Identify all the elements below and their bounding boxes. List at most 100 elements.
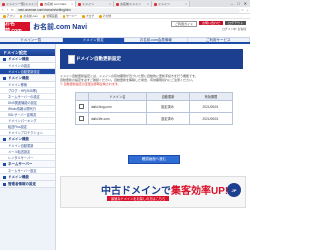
sidebar-group[interactable]: ネームサーバー	[0, 161, 55, 168]
checkbox-cell	[75, 112, 89, 125]
bookmark-label: アプリ	[6, 14, 15, 18]
close-tab-icon[interactable]: ×	[184, 2, 187, 6]
ad-headline: 中古ドメインで集客効率UP!	[101, 182, 228, 197]
description: ドメイン自動更新設定とは、ドメインの有効期限が近づいた際に自動的に更新手続きを行…	[60, 74, 243, 87]
tab-label: お名前ドメイン	[120, 2, 142, 6]
close-tab-icon[interactable]: ×	[108, 2, 111, 6]
confirm-button[interactable]: 確認画面へ進む	[128, 155, 180, 164]
domain-cell: daiki-life.com	[88, 112, 147, 125]
sidebar-header: ドメイン設定	[0, 49, 55, 56]
favicon-icon	[154, 2, 157, 6]
sidebar: ドメイン設定 ドメイン機能 ドメインの設定 ドメイン自動更新設定 ドメイン機能 ドメイン…	[0, 44, 56, 250]
checkbox-cell	[75, 100, 89, 113]
folder-icon	[82, 15, 85, 18]
url-input[interactable]: navi.onamae.com/domain/setting/dns	[15, 7, 240, 13]
sidebar-group[interactable]: ドメイン機能	[0, 174, 55, 181]
logo[interactable]: お名前.com	[5, 21, 30, 34]
brand-title: お名前.com Navi	[33, 24, 88, 31]
ad-banner[interactable]: 中古ドメインで集客効率UP! 最適なドメインをお探しの方はこちら JP	[60, 176, 246, 208]
column-header: 有効期限	[189, 92, 233, 101]
browser-tab-bar: ドメイン一覧(ドメイン)×お名前.com Navi×ドメイン×お名前ドメイン×ド…	[0, 0, 250, 7]
bookmark-label: サーバー	[66, 14, 78, 18]
folder-icon	[42, 15, 46, 18]
sidebar-group[interactable]: ドメイン機能	[0, 56, 55, 63]
nav-tab[interactable]: ご利用サービス	[188, 38, 250, 42]
row-checkbox[interactable]	[79, 103, 84, 109]
bullet-icon	[3, 76, 6, 80]
favicon-icon	[116, 2, 119, 6]
tab-label: お名前.com Navi	[44, 2, 67, 6]
bullet-icon	[3, 182, 6, 186]
folder-icon	[3, 15, 6, 18]
status-cell: 設定済み	[146, 112, 190, 125]
domain-table: ドメイン名 自動更新 有効期限 daiki-blog.com 設定済み 2021/0…	[75, 92, 233, 125]
nav-tab[interactable]: お名前.com会員情報	[125, 38, 188, 42]
bookmark-item[interactable]: ブログ	[82, 14, 94, 18]
favicon-icon	[2, 2, 5, 6]
sidebar-group[interactable]: ドメイン機能	[0, 136, 55, 143]
column-header	[75, 92, 89, 101]
maximize-icon[interactable]: □	[237, 1, 239, 6]
row-checkbox[interactable]	[79, 115, 84, 121]
address-bar-row: ‹ › ↻ navi.onamae.com/domain/setting/dns…	[0, 7, 250, 14]
main-nav: ドメイン一覧 ドメイン設定 お名前.com会員情報 ご利用サービス	[0, 37, 250, 44]
sidebar-group[interactable]: ドメイン機能	[0, 75, 55, 82]
table-header-row: ドメイン名 自動更新 有効期限	[75, 92, 233, 101]
bullet-icon	[3, 57, 6, 61]
sidebar-group-label: 管理者情報の設定	[8, 181, 36, 186]
ad-headline-b: 集客効率UP!	[171, 186, 229, 197]
bookmark-label: 管理画面	[46, 14, 58, 18]
expiry-cell: 2021/06/01	[189, 112, 233, 125]
bookmark-item[interactable]: サーバー	[62, 14, 78, 18]
bookmark-label: ブログ	[85, 14, 95, 18]
domain-cell: daiki-blog.com	[88, 100, 147, 113]
table-row: daiki-life.com 設定済み 2021/06/01	[75, 112, 233, 125]
bullet-icon	[3, 175, 6, 179]
folder-icon	[62, 15, 66, 18]
logout-button[interactable]: ログアウト	[224, 21, 246, 25]
favicon-icon	[78, 2, 81, 6]
minimize-icon[interactable]: –	[231, 1, 233, 6]
bookmark-label: お名前.com	[23, 14, 38, 18]
status-cell: 設定済み	[146, 100, 190, 113]
bullet-icon	[3, 137, 6, 141]
bookmark-item[interactable]: 管理画面	[42, 14, 58, 18]
close-icon[interactable]: ✕	[244, 1, 247, 6]
bookmark-item[interactable]: アプリ	[3, 14, 15, 18]
bookmark-item[interactable]: その他	[99, 14, 111, 18]
contact-button[interactable]: お問い合わせ	[198, 21, 223, 25]
bullet-icon	[3, 162, 6, 166]
page-banner: ドメイン自動更新設定	[60, 49, 243, 69]
close-tab-icon[interactable]: ×	[146, 2, 149, 6]
ad-badge: JP	[227, 183, 241, 197]
bookmark-item[interactable]: お名前.com	[19, 14, 38, 18]
page-title: ドメイン自動更新設定	[76, 56, 121, 61]
folder-icon	[99, 15, 102, 18]
sidebar-group[interactable]: 管理者情報の設定	[0, 181, 55, 188]
nav-tab[interactable]: ドメイン一覧	[0, 38, 63, 42]
tab-label: ドメイン一覧(ドメイン)	[6, 2, 38, 6]
sidebar-group-label: ドメイン機能	[8, 174, 29, 179]
close-tab-icon[interactable]: ×	[70, 2, 73, 6]
description-note: ※ 自動更新設定の変更は即時反映されます。	[60, 82, 121, 87]
login-status: ログイン中: お客様	[222, 27, 246, 31]
favicon-icon	[40, 2, 43, 6]
main-content: ドメイン自動更新設定 ドメイン自動更新設定とは、ドメインの有効期限が近づいた際に…	[57, 44, 250, 250]
sidebar-group-label: ドメイン機能	[8, 136, 29, 141]
sidebar-group-label: ネームサーバー	[8, 161, 33, 166]
document-icon	[68, 55, 75, 64]
column-header: 自動更新	[146, 92, 190, 101]
sidebar-group-label: ドメイン機能	[8, 75, 29, 80]
nav-tab[interactable]: ドメイン設定	[62, 38, 125, 42]
site-header: お名前.com お名前.com Navi ご利用ガイド お問い合わせ ログアウト…	[0, 19, 250, 37]
window-controls: – □ ✕	[231, 0, 250, 7]
tab-label: ドメイン	[158, 2, 171, 6]
table-row: daiki-blog.com 設定済み 2021/06/01	[75, 100, 233, 113]
ad-subline: 最適なドメインをお探しの方はこちら	[107, 196, 170, 201]
guide-button[interactable]: ご利用ガイド	[170, 21, 197, 27]
menu-icon[interactable]: ⋮	[245, 8, 250, 12]
sidebar-group-label: ドメイン機能	[8, 56, 29, 61]
expiry-cell: 2021/06/01	[189, 100, 233, 113]
bookmark-label: その他	[102, 14, 112, 18]
column-header: ドメイン名	[88, 92, 147, 101]
